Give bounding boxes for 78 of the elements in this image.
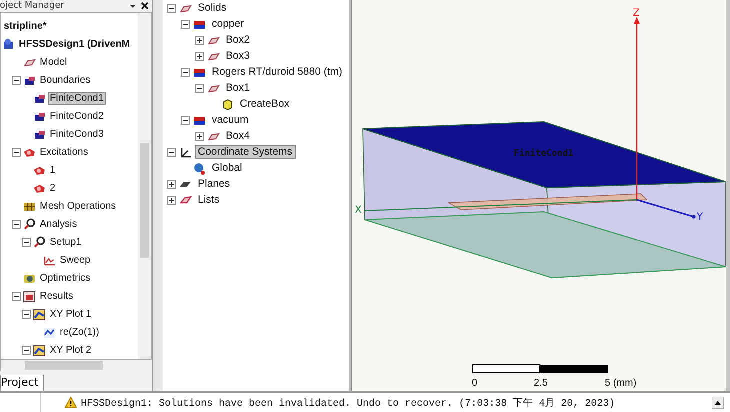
probe-icon — [33, 236, 46, 248]
status-message: HFSSDesign1: Solutions have been invalidated. Undo to recover. (7:03:38 下午 4月 20, 2023) — [81, 397, 616, 410]
tree-item[interactable]: Coordinate Systems — [195, 145, 296, 159]
collapse-icon[interactable] — [181, 116, 190, 124]
tree-item[interactable]: copper — [209, 17, 248, 31]
tree-item[interactable]: Box1 — [223, 81, 253, 95]
collapse-icon[interactable] — [181, 68, 190, 76]
tree-item[interactable]: Boundaries — [38, 74, 93, 86]
y-axis — [636, 199, 696, 219]
axes-icon — [179, 146, 192, 158]
globe-icon — [193, 162, 206, 174]
expand-icon[interactable] — [167, 196, 176, 204]
collapse-icon[interactable] — [22, 310, 31, 318]
tree-item[interactable]: 1 — [48, 164, 58, 176]
tree-item[interactable]: Analysis — [38, 218, 80, 230]
panel-title: oject Manager — [0, 0, 66, 12]
warning-icon — [65, 397, 77, 408]
collapse-icon[interactable] — [12, 148, 21, 156]
tree-item[interactable]: Box4 — [223, 129, 253, 143]
tree-item[interactable]: Sweep — [58, 254, 93, 266]
tree-item[interactable]: Box3 — [223, 49, 253, 63]
tree-item[interactable]: vacuum — [209, 113, 252, 127]
collapse-icon[interactable] — [12, 76, 21, 84]
tree-item[interactable]: Rogers RT/duroid 5880 (tm) — [209, 65, 346, 79]
tree-item[interactable]: Setup1 — [48, 236, 84, 248]
expand-icon[interactable] — [167, 180, 176, 188]
scale-label: 2.5 — [534, 378, 548, 389]
modeler-viewport[interactable]: FiniteCond1 Z Y X 0 2.5 5 (mm) — [351, 0, 726, 391]
boundary-label: FiniteCond1 — [514, 149, 574, 159]
axis-label: Z — [633, 8, 640, 19]
collapse-icon[interactable] — [12, 292, 21, 300]
close-icon[interactable] — [141, 2, 149, 10]
probe-icon — [23, 218, 36, 230]
chart-icon — [23, 290, 36, 302]
list-icon — [179, 194, 192, 206]
collapse-icon[interactable] — [181, 20, 190, 28]
tree-item[interactable]: Solids — [195, 1, 230, 15]
tree-item[interactable]: Box2 — [223, 33, 253, 47]
collapse-icon[interactable] — [167, 148, 176, 156]
scroll-up-button[interactable] — [712, 396, 724, 408]
tree-item[interactable]: FiniteCond1 — [48, 92, 106, 104]
collapse-icon[interactable] — [195, 84, 204, 92]
tree-item[interactable]: Excitations — [38, 146, 90, 158]
scrollbar[interactable] — [138, 13, 151, 359]
scale-label: 5 (mm) — [605, 378, 637, 389]
project-tab[interactable]: Project — [0, 375, 44, 392]
tree-item[interactable]: FiniteCond3 — [48, 128, 106, 140]
design-icon — [2, 38, 15, 50]
tree-item[interactable]: Global — [209, 161, 246, 175]
tree-item[interactable]: Model — [38, 56, 70, 68]
expand-icon[interactable] — [195, 132, 204, 140]
tree-item[interactable]: Lists — [195, 193, 223, 207]
tree-item[interactable]: Mesh Operations — [38, 200, 118, 212]
scale-label: 0 — [472, 378, 478, 389]
collapse-icon[interactable] — [12, 220, 21, 228]
expand-icon[interactable] — [195, 52, 204, 60]
tree-item[interactable]: re(Zo(1)) — [58, 326, 102, 338]
plot-icon — [33, 344, 46, 356]
plot-icon — [33, 308, 46, 320]
tree-item[interactable]: XY Plot 1 — [48, 308, 94, 320]
tree-item[interactable]: 2 — [48, 182, 58, 194]
dropdown-icon[interactable] — [129, 2, 137, 10]
axis-label: Y — [697, 212, 704, 223]
axis-label: X — [355, 205, 362, 216]
collapse-icon[interactable] — [22, 346, 31, 354]
tree-item[interactable]: FiniteCond2 — [48, 110, 106, 122]
tree-item[interactable]: Planes — [195, 177, 234, 191]
collapse-icon[interactable] — [167, 4, 176, 12]
expand-icon[interactable] — [195, 36, 204, 44]
collapse-icon[interactable] — [22, 238, 31, 246]
cube-icon — [221, 98, 234, 110]
tree-item[interactable]: stripline* — [2, 20, 49, 32]
tree-item[interactable]: XY Plot 2 — [48, 344, 94, 356]
tree-item[interactable]: CreateBox — [237, 97, 293, 111]
tree-item[interactable]: Results — [38, 290, 76, 302]
tree-item[interactable]: Optimetrics — [38, 272, 93, 284]
tree-item[interactable]: HFSSDesign1 (DrivenM — [17, 38, 132, 50]
trace-icon — [43, 326, 56, 338]
